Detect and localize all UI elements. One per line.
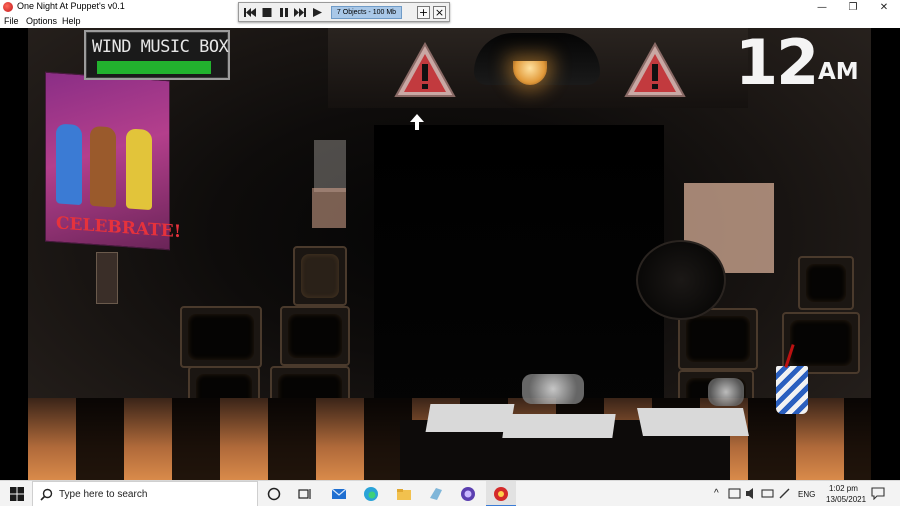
wind-progress-track <box>97 61 211 74</box>
add-button[interactable]: + <box>417 6 430 19</box>
toolbar-close-button[interactable]: × <box>433 6 446 19</box>
letterbox-right <box>871 28 900 480</box>
task-view-icon[interactable] <box>297 486 313 502</box>
app-icon[interactable] <box>460 486 476 502</box>
crumpled-paper <box>708 378 744 406</box>
cortana-icon[interactable] <box>266 486 282 502</box>
objects-memory-status: 7 Objects - 100 Mb <box>331 6 402 19</box>
tray-chevron-icon[interactable]: ^ <box>714 488 719 499</box>
office-desk <box>400 374 749 480</box>
menu-file[interactable]: File <box>4 16 19 26</box>
tv-monitor <box>280 306 350 366</box>
tv-monitor <box>180 306 262 368</box>
clock-hour: 12 <box>735 28 819 99</box>
title-bar: One Night At Puppet's v0.1 — ❐ ✕ <box>0 0 900 15</box>
warning-sign-icon <box>624 42 686 97</box>
menu-help[interactable]: Help <box>62 16 81 26</box>
restore-button[interactable]: ❐ <box>838 0 868 15</box>
skip-back-icon[interactable] <box>243 6 257 19</box>
search-placeholder: Type here to search <box>59 489 148 500</box>
network-icon[interactable] <box>761 487 774 500</box>
drink-cup <box>776 366 808 414</box>
close-button[interactable]: ✕ <box>869 0 899 15</box>
search-icon <box>40 488 53 501</box>
tv-monitor <box>293 246 347 306</box>
app-icon <box>3 2 13 12</box>
wind-music-box-button[interactable]: WIND MUSIC BOX <box>84 30 230 80</box>
notifications-icon[interactable] <box>871 487 885 500</box>
wall-paper <box>314 140 346 192</box>
poster-figure <box>56 123 82 206</box>
taskbar-search-box[interactable]: Type here to search <box>32 481 258 506</box>
office-doorway <box>374 125 664 435</box>
edge-browser-icon[interactable] <box>363 486 379 502</box>
cursor-arrow-icon <box>410 114 424 130</box>
volume-icon[interactable] <box>745 487 758 500</box>
pen-icon[interactable] <box>778 487 791 500</box>
windows-start-icon[interactable] <box>9 486 25 502</box>
menu-options[interactable]: Options <box>26 16 57 26</box>
clock-ampm: AM <box>818 59 859 85</box>
tray-app-icon[interactable] <box>728 487 741 500</box>
desk-fan <box>636 240 726 320</box>
wall-paper <box>312 188 346 228</box>
poster-figure <box>126 128 152 211</box>
minimize-button[interactable]: — <box>807 0 837 15</box>
pause-icon[interactable] <box>277 6 291 19</box>
crumpled-paper <box>522 374 584 404</box>
game-viewport[interactable]: CELEBRATE! WIND MUSIC BOX 12 AM <box>28 28 871 480</box>
game-app-icon[interactable] <box>493 486 509 502</box>
celebrate-poster: CELEBRATE! <box>45 71 181 251</box>
desk-paper <box>425 404 515 432</box>
poster-figure <box>90 125 116 208</box>
tray-date[interactable]: 13/05/2021 <box>826 495 866 504</box>
play-icon[interactable] <box>310 6 324 19</box>
app-icon[interactable] <box>428 486 444 502</box>
media-toolbar: 7 Objects - 100 Mb + × <box>238 2 450 22</box>
mail-icon[interactable] <box>331 486 347 502</box>
tray-time[interactable]: 1:02 pm <box>829 484 858 493</box>
tv-monitor <box>798 256 854 310</box>
wind-music-box-label: WIND MUSIC BOX <box>92 37 229 57</box>
warning-sign-icon <box>394 42 456 97</box>
input-language[interactable]: ENG <box>798 490 815 499</box>
desk-paper <box>637 408 749 436</box>
skip-forward-icon[interactable] <box>293 6 307 19</box>
file-explorer-icon[interactable] <box>396 486 412 502</box>
stop-icon[interactable] <box>260 6 274 19</box>
wind-progress-fill <box>97 61 211 74</box>
light-switch[interactable] <box>96 252 118 304</box>
taskbar: Type here to search ^ ENG 1:02 pm 13/05/… <box>0 480 900 506</box>
desk-paper <box>502 414 616 438</box>
letterbox-left <box>0 28 28 480</box>
tv-monitor <box>782 312 860 374</box>
poster-text: CELEBRATE! <box>56 213 182 243</box>
window-title: One Night At Puppet's v0.1 <box>17 1 125 11</box>
menu-bar: File Options Help <box>0 15 900 28</box>
